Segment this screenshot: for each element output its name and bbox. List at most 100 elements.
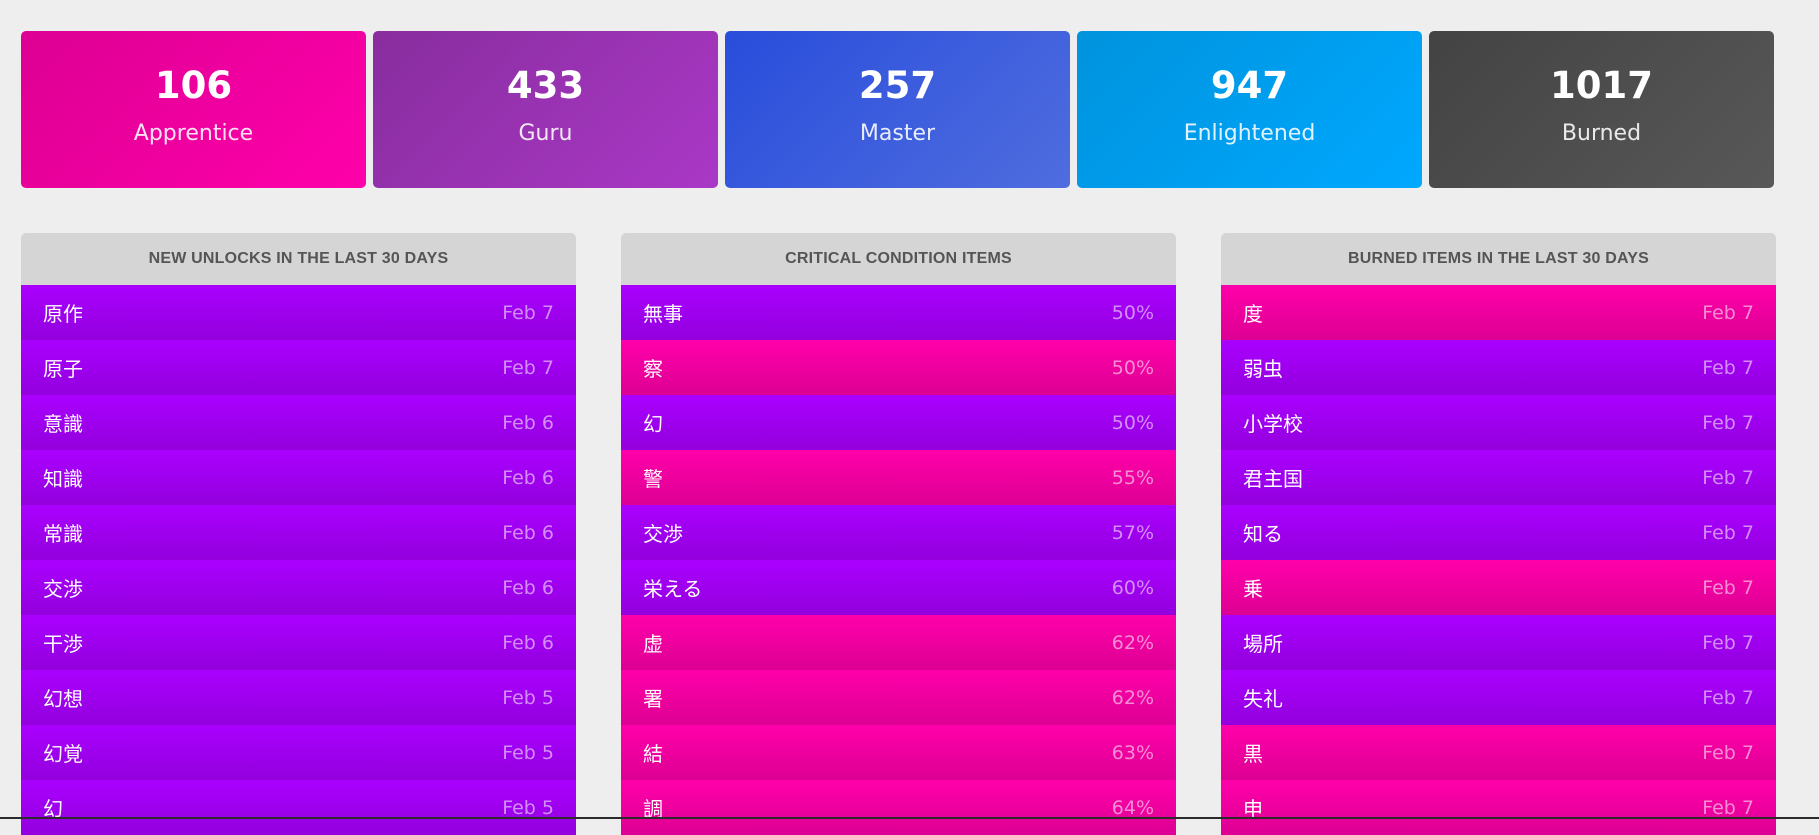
item-meta: 63% (1111, 741, 1154, 764)
new-unlocks-panel: NEW UNLOCKS IN THE LAST 30 DAYS 原作 Feb 7原… (21, 233, 576, 835)
item-characters: 常識 (43, 522, 83, 546)
item-characters: 無事 (643, 302, 683, 326)
item-meta: 62% (1111, 686, 1154, 709)
item-meta: Feb 5 (502, 741, 554, 764)
item-meta: Feb 7 (1702, 686, 1754, 709)
item-meta: 50% (1111, 301, 1154, 324)
item-characters: 場所 (1243, 632, 1283, 656)
burned-items-list: 度 Feb 7 弱虫 Feb 7 小学校 Feb 7 君主国 Feb 7 知る Feb 7 乗 Feb… (1221, 285, 1776, 835)
item-characters: 警 (643, 467, 663, 491)
item-characters: 度 (1243, 302, 1263, 326)
list-item[interactable]: 原作 Feb 7 (21, 285, 576, 340)
list-item[interactable]: 警 55% (621, 450, 1176, 505)
item-characters: 弱虫 (1243, 357, 1283, 381)
item-characters: 察 (643, 357, 663, 381)
srs-apprentice-box[interactable]: 106 Apprentice (21, 31, 366, 188)
new-unlocks-header: NEW UNLOCKS IN THE LAST 30 DAYS (21, 233, 576, 285)
list-item[interactable]: 干渉 Feb 6 (21, 615, 576, 670)
list-item[interactable]: 知る Feb 7 (1221, 505, 1776, 560)
item-meta: Feb 7 (1702, 576, 1754, 599)
item-meta: Feb 7 (1702, 631, 1754, 654)
item-characters: 虚 (643, 632, 663, 656)
item-characters: 幻想 (43, 687, 83, 711)
list-item[interactable]: 小学校 Feb 7 (1221, 395, 1776, 450)
item-characters: 干渉 (43, 632, 83, 656)
srs-master-count: 257 (858, 64, 937, 107)
list-item[interactable]: 申 Feb 7 (1221, 780, 1776, 835)
list-item[interactable]: 調 64% (621, 780, 1176, 835)
list-item[interactable]: 失礼 Feb 7 (1221, 670, 1776, 725)
item-characters: 乗 (1243, 577, 1263, 601)
srs-master-box[interactable]: 257 Master (725, 31, 1070, 188)
item-meta: Feb 7 (1702, 796, 1754, 819)
item-meta: Feb 7 (502, 301, 554, 324)
item-characters: 幻覚 (43, 742, 83, 766)
item-characters: 結 (643, 742, 663, 766)
item-meta: 64% (1111, 796, 1154, 819)
list-item[interactable]: 幻 50% (621, 395, 1176, 450)
item-characters: 意識 (43, 412, 83, 436)
list-item[interactable]: 幻覚 Feb 5 (21, 725, 576, 780)
item-meta: 62% (1111, 631, 1154, 654)
critical-items-list: 無事 50% 察 50% 幻 50% 警 55% 交渉 57% 栄える 60% 虚 62% 署 62% 結 63%… (621, 285, 1176, 835)
srs-master-label: Master (859, 121, 936, 146)
item-characters: 交渉 (643, 522, 683, 546)
list-item[interactable]: 察 50% (621, 340, 1176, 395)
list-item[interactable]: 交渉 Feb 6 (21, 560, 576, 615)
list-item[interactable]: 意識 Feb 6 (21, 395, 576, 450)
srs-burned-count: 1017 (1550, 64, 1653, 107)
item-meta: 60% (1111, 576, 1154, 599)
srs-enlightened-count: 947 (1210, 64, 1289, 107)
item-meta: Feb 7 (1702, 301, 1754, 324)
srs-guru-box[interactable]: 433 Guru (373, 31, 718, 188)
srs-enlightened-box[interactable]: 947 Enlightened (1077, 31, 1422, 188)
critical-items-header: CRITICAL CONDITION ITEMS (621, 233, 1176, 285)
item-panels: NEW UNLOCKS IN THE LAST 30 DAYS 原作 Feb 7原… (21, 233, 1776, 835)
item-meta: Feb 5 (502, 686, 554, 709)
srs-summary: 106 Apprentice 433 Guru 257 Master 947 E… (21, 31, 1774, 188)
item-characters: 知る (1243, 522, 1283, 546)
list-item[interactable]: 結 63% (621, 725, 1176, 780)
srs-guru-label: Guru (518, 121, 573, 146)
list-item[interactable]: 君主国 Feb 7 (1221, 450, 1776, 505)
item-meta: Feb 7 (1702, 411, 1754, 434)
item-meta: Feb 7 (1702, 466, 1754, 489)
srs-apprentice-label: Apprentice (133, 121, 254, 146)
list-item[interactable]: 交渉 57% (621, 505, 1176, 560)
list-item[interactable]: 度 Feb 7 (1221, 285, 1776, 340)
item-characters: 黒 (1243, 742, 1263, 766)
list-item[interactable]: 幻 Feb 5 (21, 780, 576, 835)
srs-burned-box[interactable]: 1017 Burned (1429, 31, 1774, 188)
item-characters: 失礼 (1243, 687, 1283, 711)
item-meta: Feb 6 (502, 411, 554, 434)
new-unlocks-list: 原作 Feb 7 原子 Feb 7 意識 Feb 6 知識 Feb 6 常識 Feb 6 交渉 Feb… (21, 285, 576, 835)
item-meta: 57% (1111, 521, 1154, 544)
list-item[interactable]: 栄える 60% (621, 560, 1176, 615)
list-item[interactable]: 署 62% (621, 670, 1176, 725)
list-item[interactable]: 場所 Feb 7 (1221, 615, 1776, 670)
item-meta: 50% (1111, 356, 1154, 379)
item-meta: Feb 7 (1702, 741, 1754, 764)
list-item[interactable]: 知識 Feb 6 (21, 450, 576, 505)
srs-apprentice-count: 106 (154, 64, 233, 107)
list-item[interactable]: 弱虫 Feb 7 (1221, 340, 1776, 395)
list-item[interactable]: 無事 50% (621, 285, 1176, 340)
list-item[interactable]: 黒 Feb 7 (1221, 725, 1776, 780)
item-meta: Feb 6 (502, 466, 554, 489)
srs-guru-count: 433 (506, 64, 585, 107)
critical-items-panel: CRITICAL CONDITION ITEMS 無事 50% 察 50% 幻 50% 警 5… (621, 233, 1176, 835)
burned-items-panel: BURNED ITEMS IN THE LAST 30 DAYS 度 Feb 7弱… (1221, 233, 1776, 835)
list-item[interactable]: 幻想 Feb 5 (21, 670, 576, 725)
item-meta: Feb 5 (502, 796, 554, 819)
list-item[interactable]: 乗 Feb 7 (1221, 560, 1776, 615)
item-characters: 交渉 (43, 577, 83, 601)
item-meta: 55% (1111, 466, 1154, 489)
list-item[interactable]: 虚 62% (621, 615, 1176, 670)
item-meta: Feb 7 (1702, 521, 1754, 544)
item-meta: Feb 7 (1702, 356, 1754, 379)
item-characters: 知識 (43, 467, 83, 491)
list-item[interactable]: 常識 Feb 6 (21, 505, 576, 560)
list-item[interactable]: 原子 Feb 7 (21, 340, 576, 395)
srs-burned-label: Burned (1561, 121, 1642, 146)
item-characters: 署 (643, 687, 663, 711)
